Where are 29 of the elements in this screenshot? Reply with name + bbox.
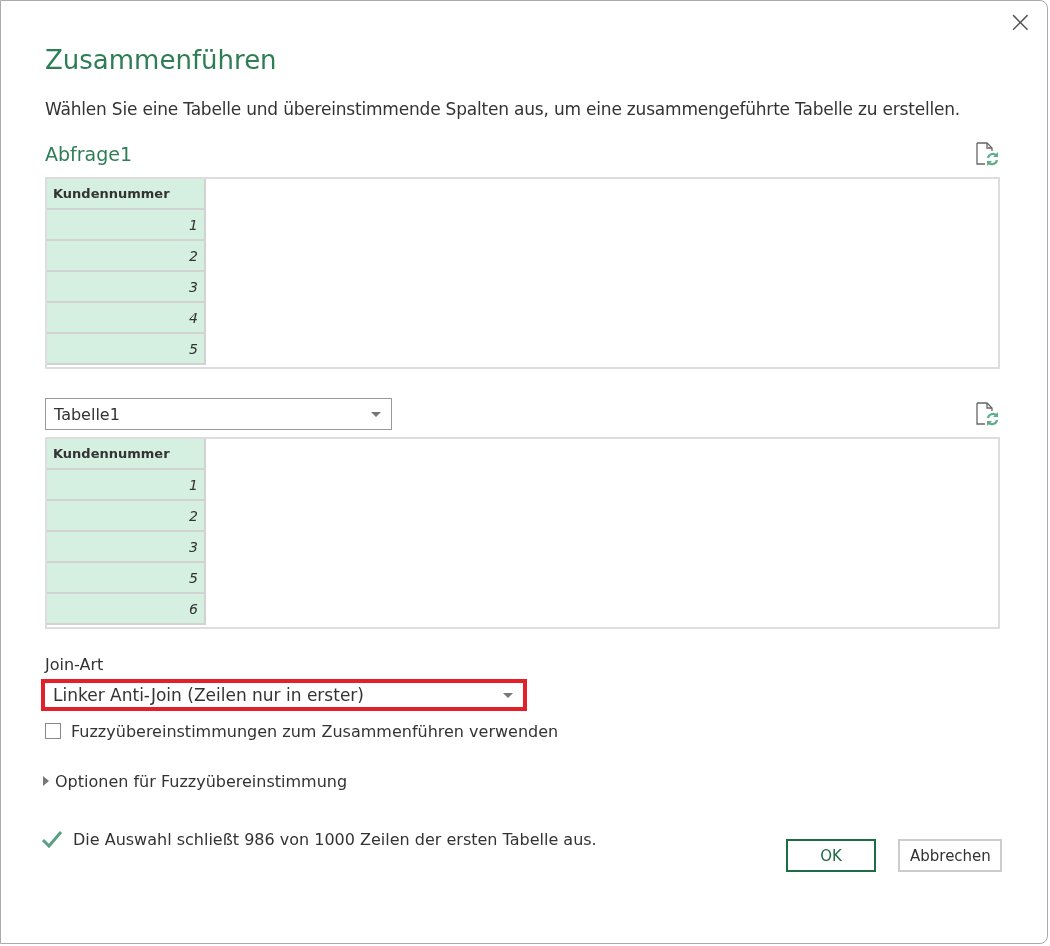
close-button[interactable]: × [1007, 7, 1033, 37]
query-name: Abfrage1 [45, 143, 133, 165]
column-header[interactable]: Kundennummer [47, 179, 205, 209]
table-cell: 1 [47, 469, 205, 500]
fuzzy-options-toggle[interactable]: Optionen für Fuzzyübereinstimmung [43, 769, 1001, 793]
table-cell: 5 [47, 562, 205, 593]
dialog-title: Zusammenführen [45, 45, 278, 77]
table-dropdown[interactable]: Tabelle1 [45, 398, 392, 430]
table-cell: 5 [47, 333, 205, 364]
column-header[interactable]: Kundennummer [47, 439, 205, 469]
table-cell: 1 [47, 209, 205, 240]
table-cell: 2 [47, 500, 205, 531]
dialog-button[interactable]: OK [786, 839, 876, 872]
status-message: Die Auswahl schließt 986 von 1000 Zeilen der ersten Tabelle aus. [73, 829, 597, 849]
checkbox[interactable] [45, 723, 61, 739]
refresh-document-icon[interactable] [975, 401, 999, 427]
join-type-dropdown[interactable]: Linker Anti-Join (Zeilen nur in erster) [41, 679, 527, 711]
table-cell: 3 [47, 531, 205, 562]
dialog-button[interactable]: Abbrechen [898, 839, 1002, 872]
refresh-document-icon[interactable] [975, 141, 999, 167]
table-cell: 6 [47, 593, 205, 624]
caret-icon [503, 692, 513, 698]
join-type-label: Join-Art [45, 655, 105, 676]
table-cell: 4 [47, 302, 205, 333]
dialog-description: Wählen Sie eine Tabelle und übereinstimmende Spalten aus, um eine zusammengeführte Tabelle zu erstellen. [45, 99, 962, 121]
caret-icon [371, 411, 381, 417]
checkbox-label: Fuzzyübereinstimmungen zum Zusammenführen verwenden [71, 721, 559, 741]
table-cell: 2 [47, 240, 205, 271]
table-cell: 3 [47, 271, 205, 302]
